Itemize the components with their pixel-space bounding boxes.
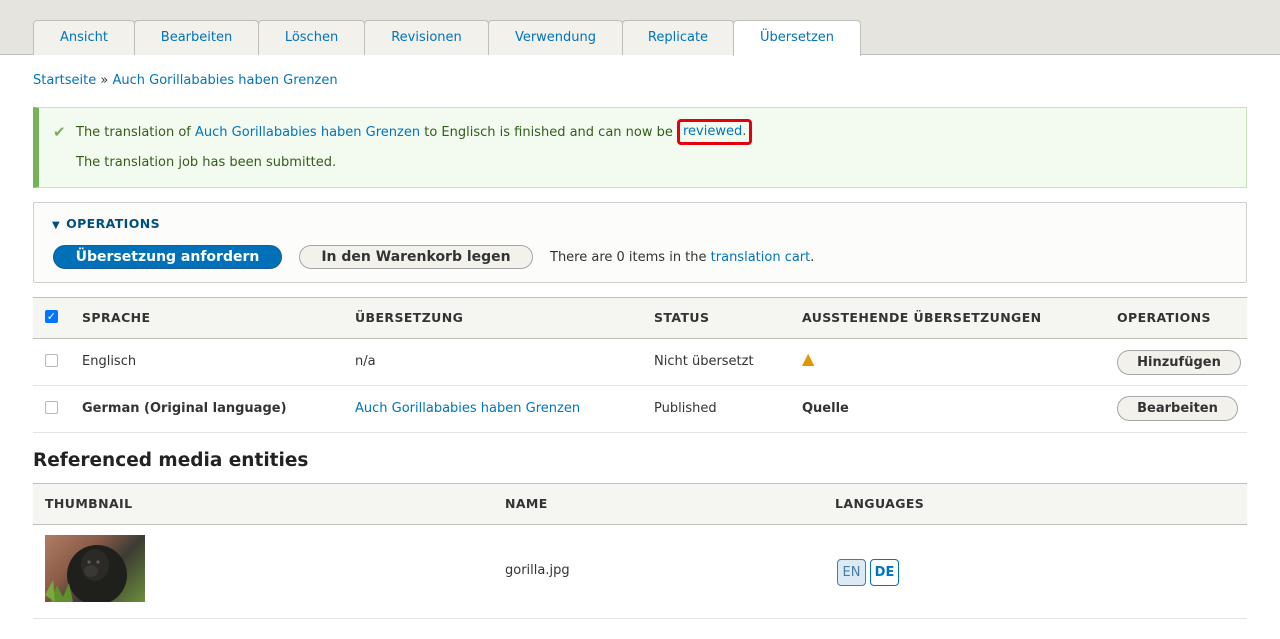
operations-panel: ▼ OPERATIONS Übersetzung anfordern In den… bbox=[33, 202, 1247, 283]
table-header: ✓ SPRACHE ÜBERSETZUNG STATUS AUSSTEHENDE… bbox=[33, 297, 1247, 339]
tab-bar: Ansicht Bearbeiten Löschen Revisionen Ve… bbox=[0, 0, 1280, 56]
tab-replicate[interactable]: Replicate bbox=[622, 20, 734, 55]
row-checkbox[interactable] bbox=[45, 401, 58, 414]
row-translation: n/a bbox=[355, 354, 376, 369]
message-line-1: The translation of Auch Gorillababies ha… bbox=[76, 119, 753, 145]
language-badge-de[interactable]: DE bbox=[870, 559, 899, 586]
request-translation-button[interactable]: Übersetzung anfordern bbox=[53, 245, 282, 269]
warning-icon: ▲ bbox=[802, 349, 815, 368]
header-language: SPRACHE bbox=[82, 310, 151, 325]
table-row: German (Original language) Auch Gorillab… bbox=[33, 386, 1247, 433]
header-thumbnail: THUMBNAIL bbox=[45, 496, 133, 511]
translation-cart-link[interactable]: translation cart bbox=[711, 250, 811, 265]
tab-loeschen[interactable]: Löschen bbox=[258, 20, 365, 55]
header-translation: ÜBERSETZUNG bbox=[355, 310, 464, 325]
header-name: NAME bbox=[505, 496, 548, 511]
row-pending: Quelle bbox=[802, 401, 849, 416]
message-text: The translation of bbox=[76, 125, 196, 140]
translations-table: ✓ SPRACHE ÜBERSETZUNG STATUS AUSSTEHENDE… bbox=[33, 297, 1247, 433]
tab-bearbeiten[interactable]: Bearbeiten bbox=[134, 20, 259, 55]
tab-revisionen[interactable]: Revisionen bbox=[364, 20, 489, 55]
gorilla-image bbox=[45, 545, 127, 602]
media-name: gorilla.jpg bbox=[505, 563, 570, 578]
tab-ansicht[interactable]: Ansicht bbox=[33, 20, 135, 55]
reviewed-link-highlight: reviewed. bbox=[677, 119, 753, 145]
tab-verwendung[interactable]: Verwendung bbox=[488, 20, 623, 55]
row-checkbox[interactable] bbox=[45, 354, 58, 367]
breadcrumb: Startseite » Auch Gorillababies haben Gr… bbox=[33, 73, 338, 88]
select-all-checkbox[interactable]: ✓ bbox=[45, 310, 58, 323]
row-language: German (Original language) bbox=[82, 401, 287, 416]
add-to-cart-button[interactable]: In den Warenkorb legen bbox=[299, 245, 533, 269]
gorilla-thumbnail[interactable] bbox=[45, 535, 145, 602]
breadcrumb-home-link[interactable]: Startseite bbox=[33, 73, 96, 88]
operations-summary-label: OPERATIONS bbox=[66, 216, 161, 231]
check-icon: ✔ bbox=[53, 123, 66, 141]
table-header: THUMBNAIL NAME LANGUAGES bbox=[33, 483, 1247, 525]
language-badge-en[interactable]: EN bbox=[837, 559, 866, 586]
message-node-link[interactable]: Auch Gorillababies haben Grenzen bbox=[195, 125, 420, 140]
cart-text-end: . bbox=[810, 250, 815, 265]
header-pending: AUSSTEHENDE ÜBERSETZUNGEN bbox=[802, 310, 1042, 325]
table-row: Englisch n/a Nicht übersetzt ▲ Hinzufüge… bbox=[33, 339, 1247, 386]
message-period: . bbox=[742, 124, 747, 139]
message-text: to Englisch is finished and can now be bbox=[420, 125, 677, 140]
tab-uebersetzen[interactable]: Übersetzen bbox=[733, 20, 861, 56]
media-heading: Referenced media entities bbox=[33, 450, 309, 471]
row-translation-link[interactable]: Auch Gorillababies haben Grenzen bbox=[355, 386, 580, 432]
cart-info: There are 0 items in the translation car… bbox=[550, 250, 814, 265]
add-translation-button[interactable]: Hinzufügen bbox=[1117, 350, 1241, 375]
edit-translation-button[interactable]: Bearbeiten bbox=[1117, 396, 1238, 421]
status-message: ✔ The translation of Auch Gorillababies … bbox=[33, 107, 1247, 188]
row-language: Englisch bbox=[82, 354, 137, 369]
triangle-down-icon: ▼ bbox=[52, 220, 61, 231]
header-languages: LANGUAGES bbox=[835, 496, 925, 511]
media-table: THUMBNAIL NAME LANGUAGES gorilla.jpg EN … bbox=[33, 483, 1247, 619]
breadcrumb-separator: » bbox=[100, 73, 109, 88]
header-status: STATUS bbox=[654, 310, 710, 325]
primary-tabs: Ansicht Bearbeiten Löschen Revisionen Ve… bbox=[33, 20, 861, 56]
header-operations: OPERATIONS bbox=[1117, 310, 1211, 325]
cart-text: There are 0 items in the bbox=[550, 250, 711, 265]
table-row: gorilla.jpg EN DE bbox=[33, 525, 1247, 619]
row-status: Published bbox=[654, 401, 717, 416]
breadcrumb-current-link[interactable]: Auch Gorillababies haben Grenzen bbox=[113, 73, 338, 88]
operations-summary[interactable]: ▼ OPERATIONS bbox=[52, 216, 160, 231]
reviewed-link[interactable]: reviewed bbox=[683, 124, 742, 139]
row-status: Nicht übersetzt bbox=[654, 354, 754, 369]
message-line-2: The translation job has been submitted. bbox=[76, 155, 337, 170]
